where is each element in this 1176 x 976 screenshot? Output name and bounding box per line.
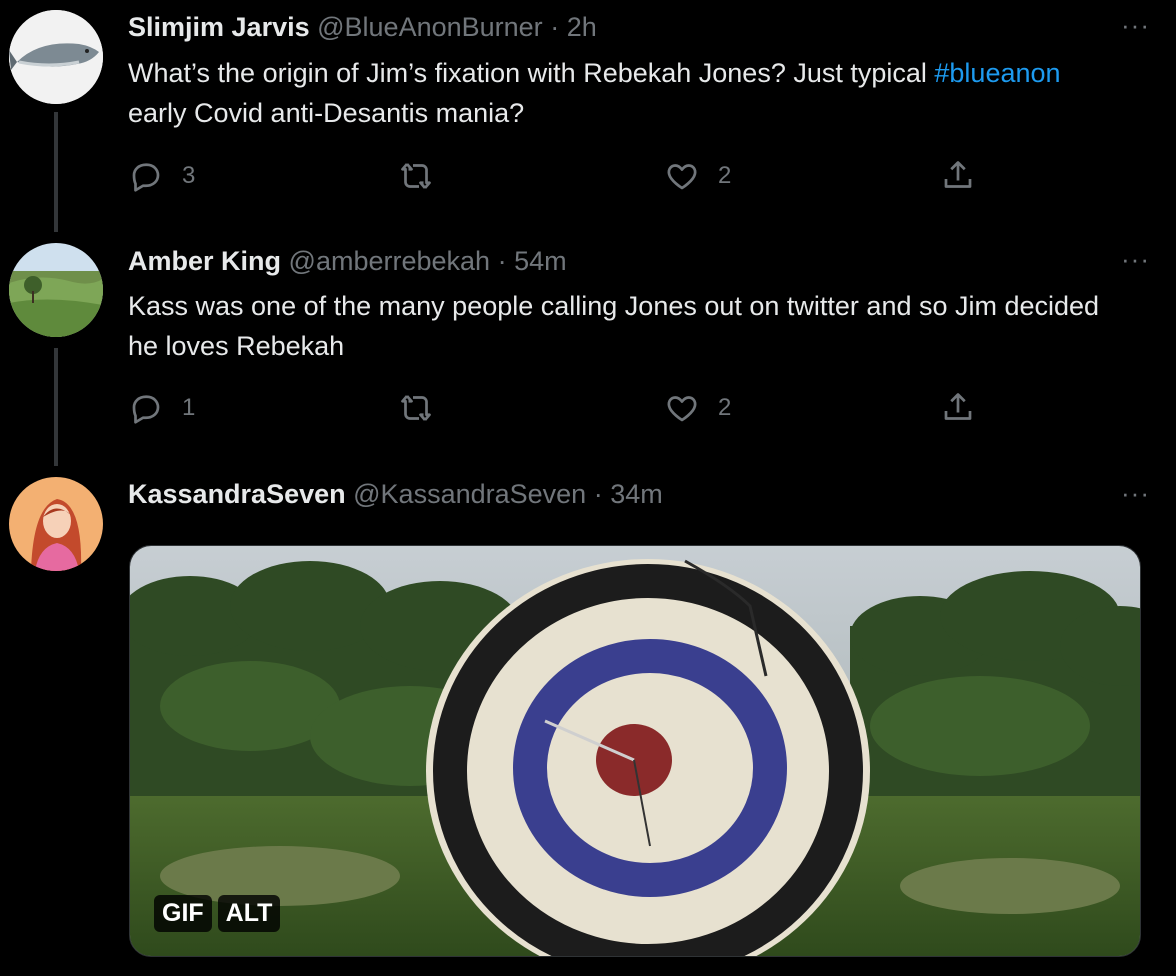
- retweet-icon: [401, 395, 431, 421]
- tweet-header: Amber King @amberrebekah · 54m: [128, 246, 567, 277]
- reply-icon: [132, 163, 160, 192]
- reply-count: 3: [182, 162, 196, 189]
- share-icon: [944, 161, 972, 188]
- user-handle[interactable]: @BlueAnonBurner: [317, 12, 543, 42]
- more-options-icon[interactable]: ···: [1121, 244, 1150, 275]
- illustrated-woman-avatar-image: [9, 477, 103, 571]
- like-count: 2: [718, 162, 732, 189]
- like-button[interactable]: 2: [664, 158, 731, 194]
- tweet-header: KassandraSeven @KassandraSeven · 34m: [128, 479, 663, 510]
- like-button[interactable]: 2: [664, 390, 731, 426]
- hashtag-link[interactable]: #blueanon: [934, 58, 1060, 88]
- user-handle[interactable]: @KassandraSeven: [353, 479, 586, 509]
- media-badges: GIF ALT: [154, 895, 281, 932]
- retweet-button[interactable]: [398, 158, 452, 194]
- archery-target-gif: [130, 546, 1140, 956]
- display-name[interactable]: Slimjim Jarvis: [128, 12, 310, 42]
- share-button[interactable]: [940, 390, 976, 426]
- tweet-slimjim[interactable]: Slimjim Jarvis @BlueAnonBurner · 2h ··· …: [0, 0, 1176, 230]
- reply-button[interactable]: 1: [128, 390, 195, 426]
- gif-badge: GIF: [154, 895, 212, 932]
- share-button[interactable]: [940, 158, 976, 194]
- fish-avatar-image: [9, 10, 103, 104]
- tweet-amber-king[interactable]: Amber King @amberrebekah · 54m ··· Kass …: [0, 232, 1176, 464]
- share-icon: [944, 393, 972, 420]
- reply-count: 1: [182, 394, 196, 421]
- gif-media[interactable]: GIF ALT: [129, 545, 1141, 957]
- like-count: 2: [718, 394, 732, 421]
- user-handle[interactable]: @amberrebekah: [289, 246, 491, 276]
- tweet-actions: 1 2: [128, 390, 988, 430]
- tweet-text-part: What’s the origin of Jim’s fixation with…: [128, 58, 935, 88]
- timestamp[interactable]: 54m: [514, 246, 567, 276]
- avatar[interactable]: [9, 477, 103, 571]
- alt-text-badge[interactable]: ALT: [217, 895, 281, 932]
- tweet-text-part: early Covid anti-Desantis mania?: [128, 98, 525, 128]
- tweet-text: What’s the origin of Jim’s fixation with…: [128, 53, 1118, 133]
- separator-dot: ·: [593, 479, 603, 509]
- retweet-button[interactable]: [398, 390, 452, 426]
- tweet-header: Slimjim Jarvis @BlueAnonBurner · 2h: [128, 12, 597, 43]
- separator-dot: ·: [550, 12, 560, 42]
- reply-button[interactable]: 3: [128, 158, 195, 194]
- display-name[interactable]: KassandraSeven: [128, 479, 346, 509]
- display-name[interactable]: Amber King: [128, 246, 281, 276]
- more-options-icon[interactable]: ···: [1121, 478, 1150, 509]
- landscape-avatar-image: [9, 243, 103, 337]
- separator-dot: ·: [497, 246, 507, 276]
- retweet-icon: [401, 163, 431, 189]
- reply-icon: [132, 395, 160, 424]
- tweet-actions: 3 2: [128, 158, 988, 198]
- avatar[interactable]: [9, 10, 103, 104]
- avatar[interactable]: [9, 243, 103, 337]
- heart-icon: [667, 164, 697, 190]
- timestamp[interactable]: 2h: [567, 12, 597, 42]
- heart-icon: [667, 396, 697, 422]
- tweet-text: Kass was one of the many people calling …: [128, 291, 1100, 361]
- more-options-icon[interactable]: ···: [1121, 10, 1150, 41]
- timestamp[interactable]: 34m: [610, 479, 663, 509]
